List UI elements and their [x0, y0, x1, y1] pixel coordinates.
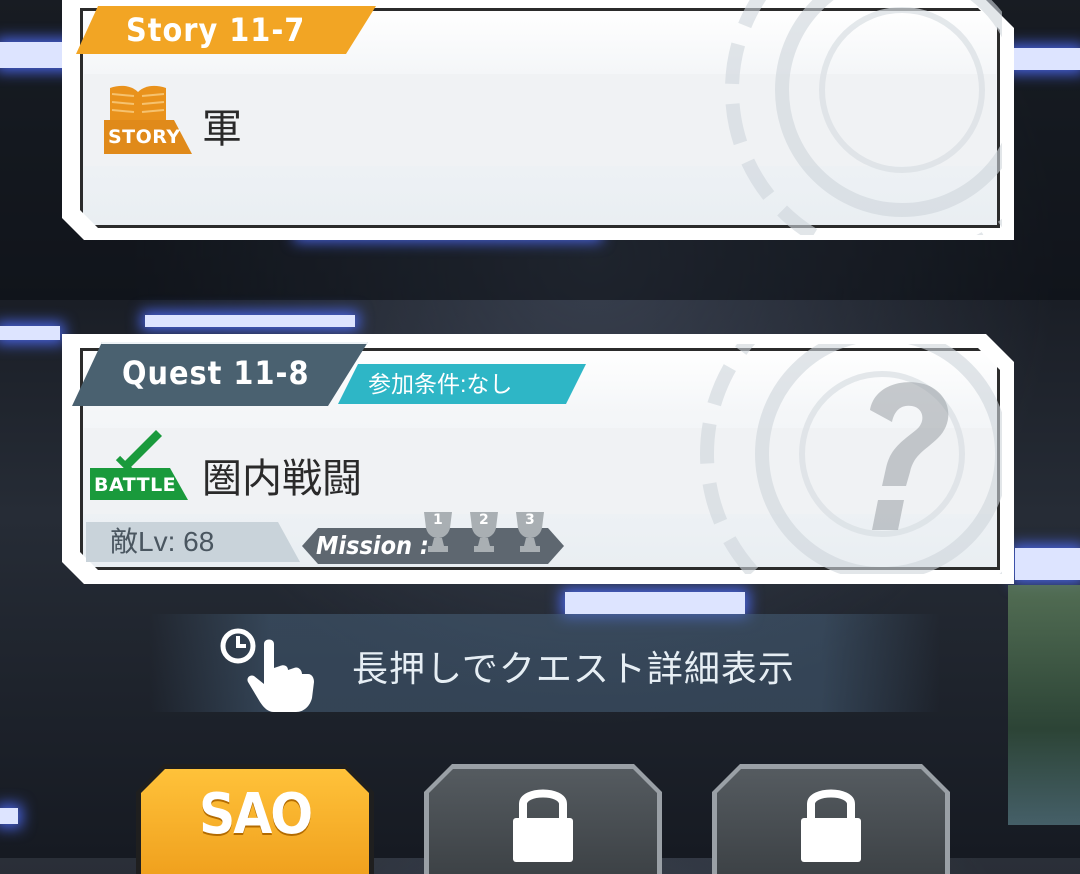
quest-card[interactable]: Quest 11-8 参加条件:なし BATTLE 圏内戦闘 敵Lv: 68 M… — [62, 334, 1014, 584]
trophy-icon: 1 — [420, 510, 456, 552]
trophy-number: 1 — [433, 512, 443, 528]
battle-badge-label: BATTLE — [94, 474, 177, 496]
lock-icon — [507, 782, 579, 862]
story-number-text: Story 11-7 — [126, 11, 306, 49]
long-press-hint-text: 長押しでクエスト詳細表示 — [352, 648, 795, 689]
trophy-icon: 3 — [512, 510, 548, 552]
decorative-rings — [725, 0, 1002, 235]
enemy-level: 敵Lv: 68 — [86, 522, 300, 562]
long-press-hand-icon — [220, 628, 314, 712]
mission-trophies: 1 2 3 — [420, 510, 560, 556]
story-number-tag: Story 11-7 — [76, 6, 376, 54]
tab-sao-label: SAO — [198, 782, 312, 847]
lock-icon — [795, 782, 867, 862]
quest-number-tag: Quest 11-8 — [72, 342, 368, 406]
participation-condition: 参加条件:なし — [338, 364, 586, 404]
participation-condition-text: 参加条件:なし — [368, 371, 513, 397]
enemy-level-text: 敵Lv: 68 — [110, 526, 215, 557]
story-badge-label: STORY — [108, 126, 181, 148]
quest-number-text: Quest 11-8 — [122, 354, 310, 392]
story-title: 軍 — [202, 107, 242, 151]
trophy-number: 2 — [479, 512, 489, 528]
trophy-number: 3 — [525, 512, 535, 528]
trophy-icon: 2 — [466, 510, 502, 552]
question-mark-icon — [870, 382, 949, 530]
battle-badge: BATTLE — [90, 428, 190, 500]
quest-title: 圏内戦闘 — [202, 457, 362, 501]
mission-label: Mission : — [316, 531, 429, 560]
story-badge: STORY — [104, 82, 192, 154]
story-card[interactable]: Story 11-7 STORY 軍 — [62, 0, 1014, 240]
